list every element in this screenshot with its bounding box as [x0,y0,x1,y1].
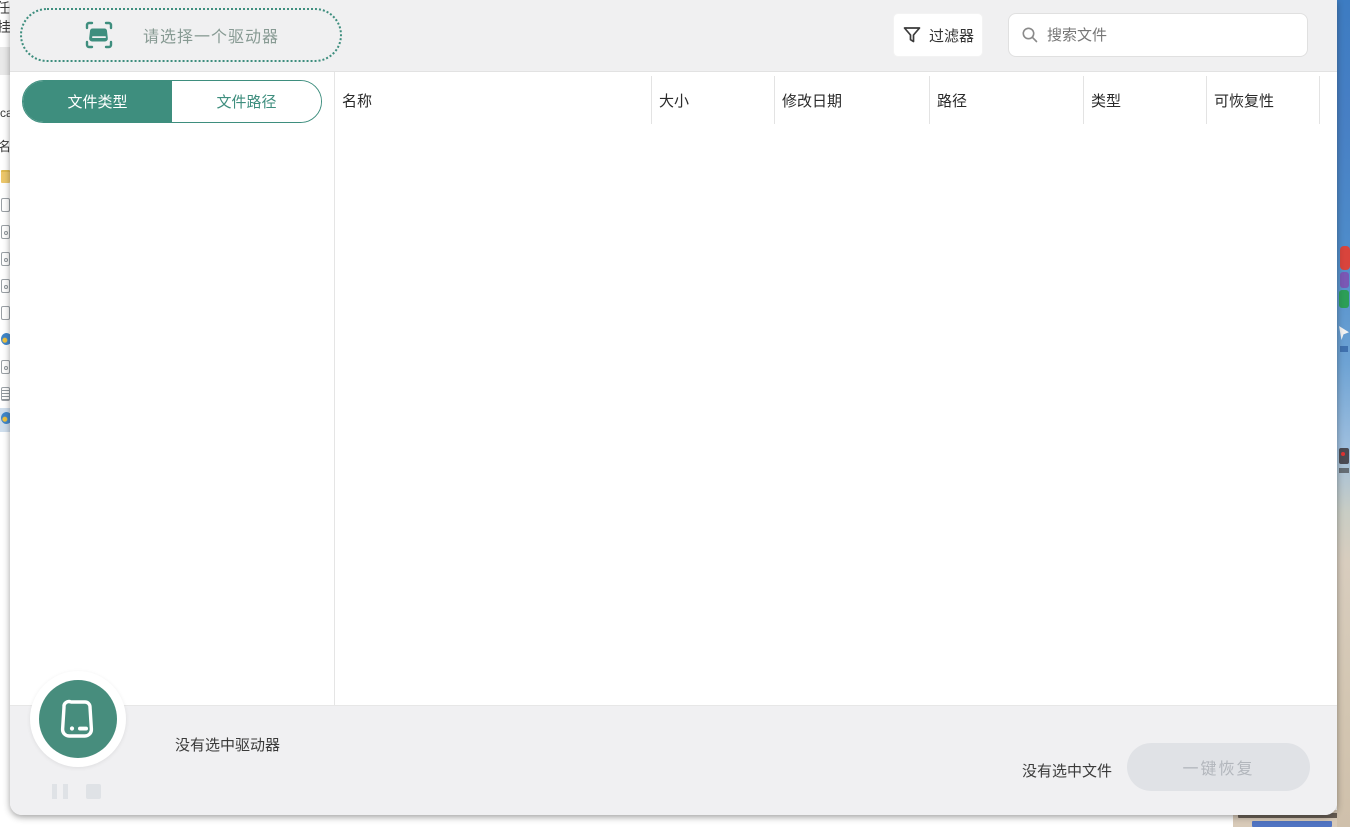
search-box [1008,13,1308,57]
desktop-icon-fragment [1341,452,1345,456]
filter-button[interactable]: 过滤器 [893,13,983,57]
toolbar: 请选择一个驱动器 过滤器 [10,0,1337,72]
file-table: 名称 大小 修改日期 路径 类型 可恢复性 [335,72,1337,705]
column-header-name[interactable]: 名称 [335,76,651,124]
tab-file-type-label: 文件类型 [67,91,127,112]
clipped-text-fragment: ca [0,106,10,120]
sidebar: 文件类型 文件路径 [10,72,335,705]
desktop-icon-fragment [1340,272,1349,288]
pause-icon[interactable] [52,784,68,799]
stop-icon[interactable] [86,784,101,799]
search-icon [1021,26,1039,44]
desktop-icon-fragment [1339,448,1349,464]
clipped-text-fragment: 任 [0,0,10,18]
file-icon [1,306,10,320]
tab-file-type[interactable]: 文件类型 [23,81,172,122]
filter-label: 过滤器 [929,25,974,46]
search-input[interactable] [1047,27,1295,44]
select-drive-button[interactable]: 请选择一个驱动器 [20,8,342,62]
column-header-size[interactable]: 大小 [651,76,774,124]
browser-icon [1,333,10,345]
sidebar-tab-group: 文件类型 文件路径 [22,80,322,123]
cursor-icon [1339,326,1349,340]
status-footer: 没有选中驱动器 没有选中文件 一键恢复 [10,705,1337,815]
document-icon [1,387,10,401]
desktop-label-fragment [1252,821,1332,827]
tab-file-path-label: 文件路径 [216,91,276,112]
background-toolbar-fragment [0,47,10,75]
background-window-strip: 任 挂 ca 名 [0,0,10,827]
file-icon [1,225,10,239]
tab-file-path[interactable]: 文件路径 [172,81,321,122]
data-recovery-app-window: 请选择一个驱动器 过滤器 文件类型 [10,0,1337,815]
file-icon [1,198,10,212]
desktop-icon-fragment [1340,246,1350,270]
one-click-recover-button[interactable]: 一键恢复 [1127,743,1310,791]
column-header-type[interactable]: 类型 [1083,76,1206,124]
desktop-label-fragment [1340,346,1348,352]
column-header-modified-date[interactable]: 修改日期 [774,76,929,124]
browser-icon [1,412,10,424]
drive-scan-icon [83,20,115,50]
folder-icon [1,170,10,183]
file-status-text: 没有选中文件 [1022,760,1112,781]
drive-status-text: 没有选中驱动器 [175,734,280,755]
table-header-row: 名称 大小 修改日期 路径 类型 可恢复性 [335,72,1337,128]
clipped-text-fragment: 名 [0,136,10,155]
main-content: 文件类型 文件路径 名称 大小 修改日期 路径 类型 可恢复性 [10,72,1337,705]
select-drive-label: 请选择一个驱动器 [143,23,279,47]
desktop-wallpaper-strip [1337,0,1350,827]
column-header-recoverability[interactable]: 可恢复性 [1206,76,1319,124]
file-icon [1,252,10,266]
drive-circle-icon [39,680,117,758]
desktop-label-fragment [1339,468,1349,473]
clipped-text-fragment: 挂 [0,17,10,37]
drive-status-badge [30,671,126,767]
table-header-gutter [1319,76,1337,124]
file-icon [1,279,10,293]
table-body-empty [335,128,1337,705]
funnel-icon [902,25,922,45]
desktop-icon-fragment [1339,290,1349,308]
file-icon [1,360,10,374]
column-header-path[interactable]: 路径 [929,76,1083,124]
